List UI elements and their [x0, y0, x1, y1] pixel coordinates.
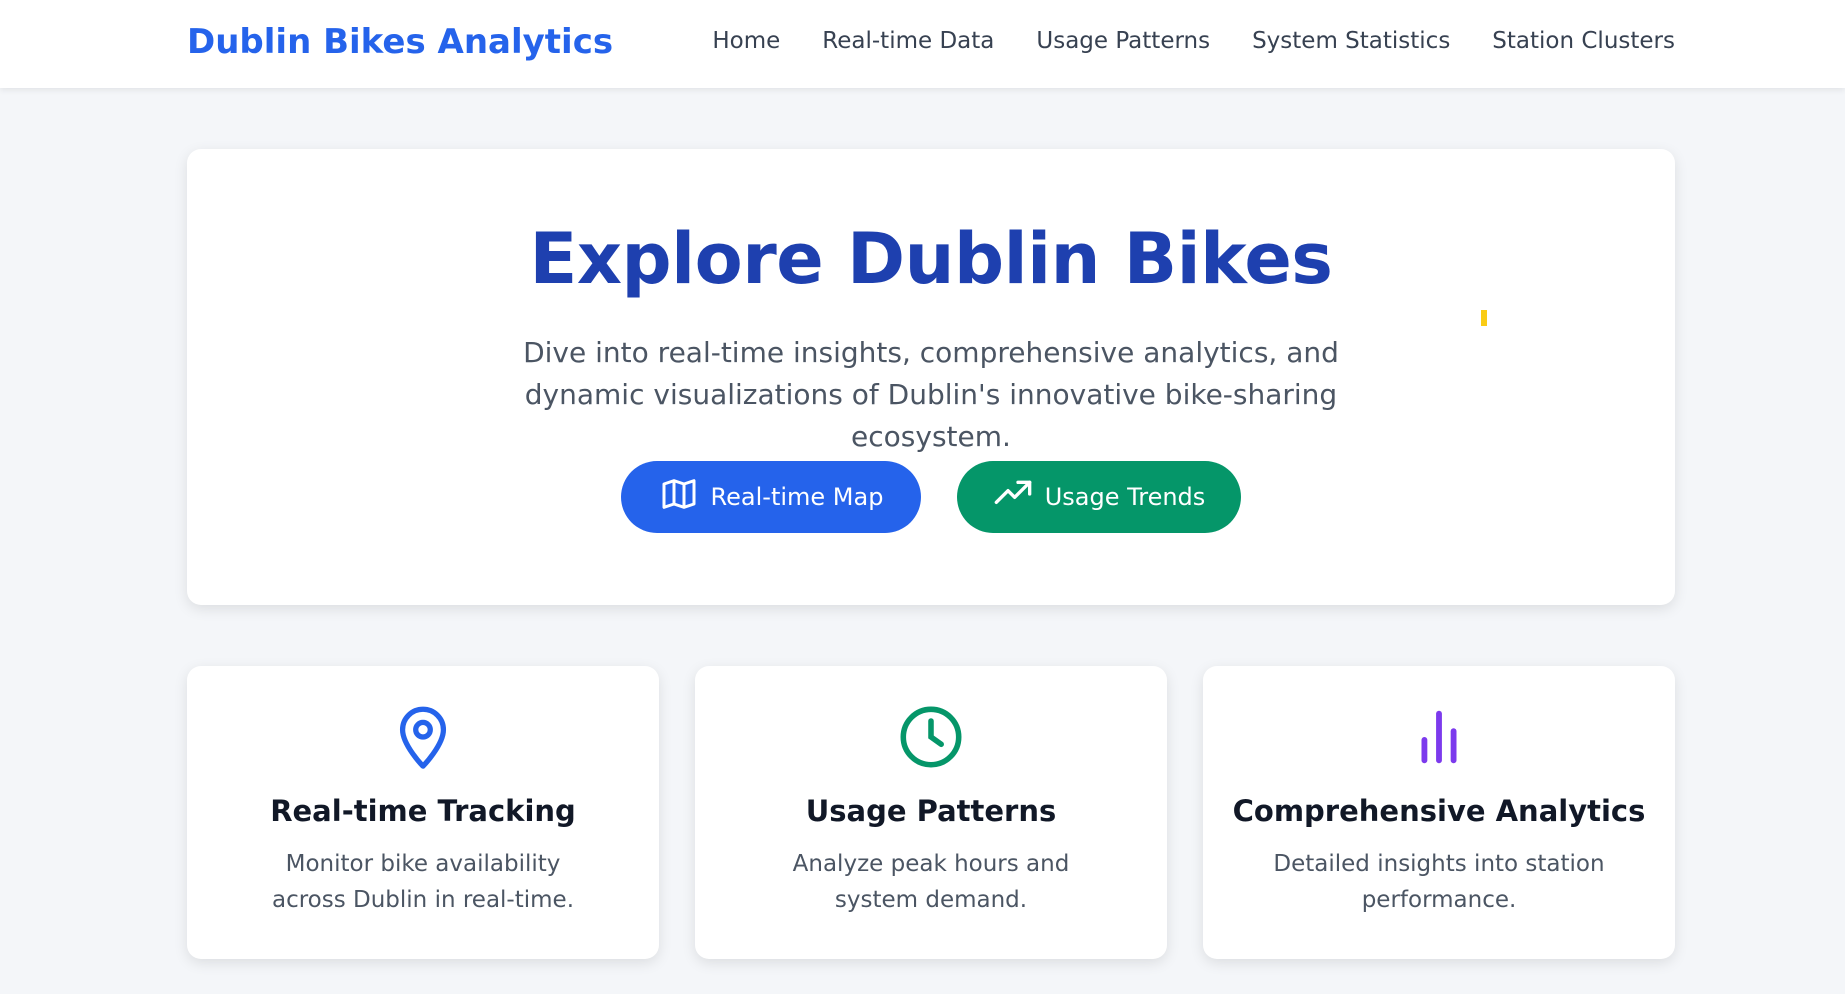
nav-link-home[interactable]: Home — [712, 28, 780, 54]
nav-links: Home Real-time Data Usage Patterns Syste… — [712, 28, 1675, 54]
feature-title: Usage Patterns — [805, 794, 1057, 828]
feature-description: Detailed insights into station performan… — [1273, 851, 1605, 913]
hero-button-row: Real-time Map Usage Trends — [187, 461, 1675, 533]
feature-description: Analyze peak hours and system demand. — [792, 851, 1070, 913]
feature-card-real-time-tracking: Real-time Tracking Monitor bike availabi… — [187, 666, 659, 959]
usage-trends-label: Usage Trends — [1044, 483, 1206, 511]
map-pin-icon — [187, 700, 659, 774]
top-navbar: Dublin Bikes Analytics Home Real-time Da… — [0, 0, 1845, 88]
hero-title: Explore Dublin Bikes — [529, 218, 1333, 300]
nav-link-station-clusters[interactable]: Station Clusters — [1492, 28, 1675, 54]
feature-cards: Real-time Tracking Monitor bike availabi… — [187, 666, 1675, 959]
real-time-map-button[interactable]: Real-time Map — [621, 461, 921, 533]
usage-trends-button[interactable]: Usage Trends — [957, 461, 1241, 533]
feature-card-comprehensive-analytics: Comprehensive Analytics Detailed insight… — [1203, 666, 1675, 959]
clock-icon — [695, 700, 1167, 774]
hero-card: Explore Dublin Bikes Dive into real-time… — [187, 149, 1675, 605]
feature-card-usage-patterns: Usage Patterns Analyze peak hours and sy… — [695, 666, 1167, 959]
trending-up-icon — [993, 474, 1033, 520]
hero-subtitle: Dive into real-time insights, comprehens… — [523, 336, 1339, 453]
decorative-marker — [1481, 310, 1487, 326]
feature-title: Comprehensive Analytics — [1232, 794, 1646, 828]
brand-logo-text[interactable]: Dublin Bikes Analytics — [187, 22, 613, 62]
map-icon — [659, 474, 699, 520]
bar-chart-icon — [1203, 700, 1675, 774]
feature-description: Monitor bike availability across Dublin … — [271, 851, 575, 913]
real-time-map-label: Real-time Map — [710, 483, 884, 511]
nav-link-system-statistics[interactable]: System Statistics — [1252, 28, 1450, 54]
feature-title: Real-time Tracking — [270, 794, 576, 828]
nav-link-usage-patterns[interactable]: Usage Patterns — [1036, 28, 1210, 54]
nav-link-real-time-data[interactable]: Real-time Data — [822, 28, 994, 54]
